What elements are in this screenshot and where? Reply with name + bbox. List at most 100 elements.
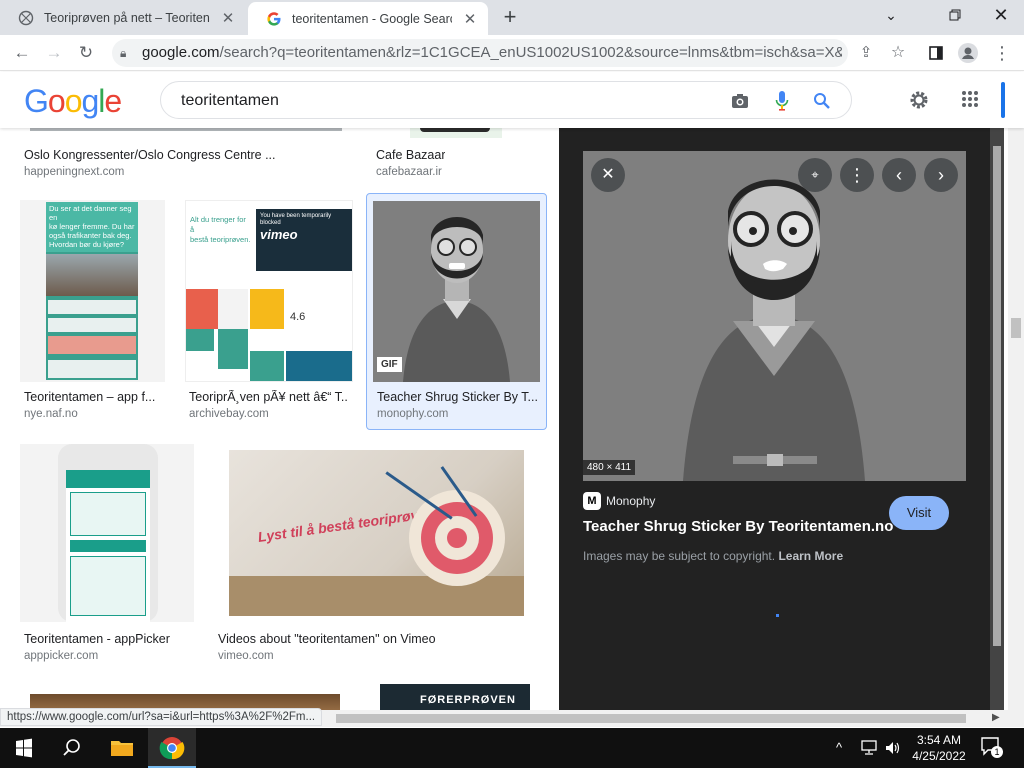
result-title[interactable]: Oslo Kongressenter/Oslo Congress Centre … — [24, 148, 276, 162]
image-result[interactable]: Cafe Bazaar cafebazaar.ir — [372, 128, 542, 178]
result-thumbnail[interactable]: FØRERPRØVEN — [380, 684, 530, 710]
share-icon[interactable]: ⇪ — [852, 39, 880, 67]
close-tab-icon[interactable]: ✕ — [462, 10, 478, 28]
action-center-button[interactable]: 1 — [980, 736, 1006, 760]
image-result[interactable]: Teoritentamen - appPicker apppicker.com — [20, 444, 195, 666]
tab-teoriproven[interactable]: Teoriprøven på nett – Teoritentar ✕ — [0, 0, 246, 35]
previous-image-icon[interactable]: ‹ — [882, 158, 916, 192]
start-button[interactable] — [0, 728, 48, 768]
result-thumbnail[interactable]: GIF — [373, 201, 540, 382]
system-clock[interactable]: 3:54 AM 4/25/2022 — [906, 732, 972, 764]
forward-icon[interactable]: → — [40, 39, 68, 67]
tray-overflow-chevron-icon[interactable]: ^ — [836, 740, 842, 755]
more-options-icon[interactable]: ⋮ — [840, 158, 874, 192]
image-result[interactable] — [20, 688, 350, 710]
copyright-text: Images may be subject to copyright. — [583, 549, 776, 563]
search-input[interactable]: teoritentamen — [181, 92, 279, 110]
chrome-taskbar-button[interactable] — [148, 728, 196, 768]
image-result[interactable]: Oslo Kongressenter/Oslo Congress Centre … — [20, 128, 350, 178]
result-title[interactable]: Cafe Bazaar — [376, 148, 445, 162]
result-title[interactable]: Teacher Shrug Sticker By T... — [377, 390, 537, 404]
next-image-icon[interactable]: › — [924, 158, 958, 192]
back-icon[interactable]: ← — [8, 39, 36, 67]
bookmark-star-icon[interactable]: ☆ — [884, 39, 912, 67]
close-tab-icon[interactable]: ✕ — [220, 9, 236, 27]
search-box[interactable]: teoritentamen — [160, 81, 852, 119]
panel-scrollbar-thumb[interactable] — [993, 146, 1001, 646]
google-header: Google teoritentamen — [0, 72, 1024, 128]
windows-taskbar: ^ 3:54 AM 4/25/2022 1 — [0, 728, 1024, 768]
result-thumbnail[interactable] — [20, 444, 194, 622]
notification-count-badge: 1 — [991, 746, 1003, 758]
thumb-text: FØRERPRØVEN — [420, 694, 516, 706]
lock-icon[interactable]: 🔒︎ — [120, 39, 126, 67]
thumb-text: kø lenger fremme. Du har — [49, 222, 135, 231]
result-title[interactable]: Teoritentamen - appPicker — [24, 632, 170, 646]
new-tab-button[interactable]: + — [498, 5, 522, 29]
result-title[interactable]: Teoritentamen – app f... — [24, 390, 164, 404]
chrome-icon — [159, 737, 185, 760]
tab-title: Teoriprøven på nett – Teoritentar — [44, 10, 210, 25]
horizontal-scrollbar-thumb[interactable] — [336, 714, 966, 723]
image-results-grid: Oslo Kongressenter/Oslo Congress Centre … — [0, 128, 558, 710]
close-window-icon[interactable]: ✕ — [978, 0, 1024, 30]
tab-google-search[interactable]: teoritentamen - Google Search ✕ — [248, 2, 488, 35]
network-icon[interactable] — [860, 740, 880, 756]
tab-search-dropdown-icon[interactable]: ⌄ — [868, 0, 914, 30]
taskbar-search-button[interactable] — [48, 728, 96, 768]
image-result[interactable]: FØRERPRØVEN — [372, 684, 542, 710]
google-apps-icon[interactable] — [961, 90, 979, 108]
sign-in-button-edge[interactable] — [1001, 82, 1005, 118]
google-logo[interactable]: Google — [24, 83, 122, 120]
file-explorer-button[interactable] — [98, 728, 146, 768]
page-vertical-scrollbar[interactable] — [990, 128, 1024, 710]
profile-avatar-icon[interactable] — [954, 39, 982, 67]
restore-window-icon[interactable] — [932, 0, 978, 30]
browser-menu-icon[interactable]: ⋮ — [988, 39, 1016, 67]
preview-image[interactable] — [583, 151, 966, 481]
page-scrollbar-track[interactable] — [1008, 128, 1024, 710]
tab-strip: Teoriprøven på nett – Teoritentar ✕ teor… — [0, 0, 1024, 35]
microphone-icon[interactable] — [775, 90, 789, 112]
image-dimensions: 480 × 411 — [583, 460, 636, 475]
result-source: monophy.com — [377, 408, 449, 420]
page-scrollbar-thumb[interactable] — [1011, 318, 1021, 338]
preview-title[interactable]: Teacher Shrug Sticker By Teoritentamen.n… — [583, 518, 893, 535]
result-thumbnail[interactable]: Du ser at det danner seg en kø lenger fr… — [20, 200, 165, 382]
thumb-text: også trafikanter bak deg. — [49, 231, 132, 240]
result-source: archivebay.com — [189, 408, 269, 420]
scroll-right-arrow-icon[interactable]: ▶ — [992, 712, 1000, 723]
copyright-notice: Images may be subject to copyright. Lear… — [583, 549, 843, 563]
result-title[interactable]: Videos about "teoritentamen" on Vimeo — [218, 632, 436, 646]
reload-icon[interactable]: ↻ — [72, 39, 100, 67]
browser-toolbar: ← → ↻ 🔒︎ google.com/search?q=teoritentam… — [0, 35, 1024, 71]
result-thumbnail[interactable]: Alt du trenger for å bestå teoriprøven. … — [185, 200, 353, 382]
learn-more-link[interactable]: Learn More — [778, 549, 843, 563]
image-result-selected[interactable]: GIF Teacher Shrug Sticker By T... monoph… — [366, 193, 547, 430]
preview-source-name[interactable]: Monophy — [606, 494, 655, 508]
folder-icon — [111, 741, 133, 756]
gif-badge: GIF — [377, 357, 402, 372]
result-title[interactable]: TeoriprÃ¸ven pÃ¥ nett â€“ T... — [189, 390, 349, 404]
settings-gear-icon[interactable] — [908, 89, 930, 111]
thumb-text: Du ser at det danner seg en — [49, 204, 132, 222]
result-source: apppicker.com — [24, 650, 99, 662]
visit-button[interactable]: Visit — [889, 496, 949, 530]
lens-search-icon[interactable]: ⌖ — [798, 158, 832, 192]
result-thumbnail[interactable] — [410, 128, 502, 138]
volume-icon[interactable] — [884, 740, 902, 756]
camera-search-icon[interactable] — [731, 92, 749, 110]
result-source: cafebazaar.ir — [376, 166, 442, 178]
address-bar[interactable]: 🔒︎ google.com/search?q=teoritentamen&rlz… — [112, 39, 848, 67]
close-preview-button[interactable]: ✕ — [591, 158, 625, 192]
side-panel-icon[interactable] — [922, 39, 950, 67]
result-thumbnail[interactable]: Lyst til å bestå teoriprøven? — [229, 450, 524, 616]
vimeo-wordmark: vimeo — [260, 227, 298, 242]
panel-scrollbar-track[interactable] — [990, 128, 1004, 710]
search-icon[interactable] — [813, 92, 831, 110]
url-path: /search?q=teoritentamen&rlz=1C1GCEA_enUS… — [219, 44, 842, 61]
image-result[interactable]: Du ser at det danner seg en kø lenger fr… — [20, 200, 165, 420]
image-result[interactable]: Alt du trenger for å bestå teoriprøven. … — [185, 200, 355, 420]
image-result[interactable]: Lyst til å bestå teoriprøven? Videos abo… — [214, 444, 540, 666]
result-thumbnail[interactable] — [30, 128, 342, 131]
